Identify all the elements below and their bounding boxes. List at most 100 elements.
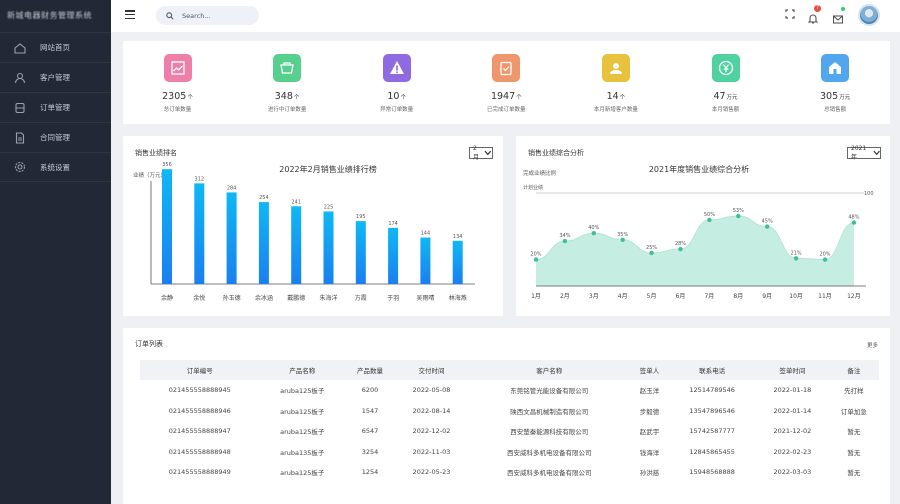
messages-button[interactable] — [832, 7, 845, 24]
data-point — [678, 246, 683, 252]
stat-card[interactable]: 14个 本月新增客户数量 — [561, 41, 670, 113]
point-value-label: 25% — [646, 245, 657, 251]
stat-value: 10 — [387, 91, 400, 102]
stat-card[interactable]: 47万元 本月销售额 — [671, 41, 780, 113]
table-cell: 暂无 — [847, 428, 861, 437]
stat-label: 本月新增客户数量 — [593, 107, 638, 113]
stat-value: 1947 — [490, 91, 516, 102]
document-icon — [0, 131, 40, 144]
app-logo: 新城电器财务管理系统 — [7, 11, 92, 20]
table-cell: 2022-08-14 — [412, 406, 451, 415]
table-row[interactable]: 021455558888947 aruba125板子 6547 2022-12-02 西… — [140, 421, 879, 442]
stat-card[interactable]: 348个 进行中订单数量 — [233, 41, 342, 113]
table-cell: 6547 — [361, 427, 379, 436]
chart-title: 2021年度销售业绩综合分析 — [649, 164, 749, 174]
bar — [258, 202, 269, 284]
topbar: Search... 7 — [111, 0, 900, 32]
search-placeholder: Search... — [182, 11, 211, 20]
x-tick-label: 于羽 — [387, 295, 399, 302]
y-axis-label: 业绩（万元） — [133, 171, 166, 179]
column-header: 交付时间 — [395, 360, 468, 380]
more-link[interactable]: 更多 — [867, 341, 878, 349]
column-header: 联系电话 — [668, 360, 756, 380]
x-tick-label: 林海燕 — [449, 294, 467, 302]
data-point — [591, 230, 596, 236]
x-tick-label: 3月 — [589, 293, 599, 300]
menu-toggle-icon[interactable] — [125, 10, 135, 20]
notification-badge: 7 — [814, 5, 821, 12]
x-tick-label: 朱海洋 — [319, 294, 337, 302]
x-tick-label: 4月 — [618, 293, 628, 300]
table-cell: aruba125板子 — [280, 469, 325, 478]
bar-value-label: 134 — [453, 234, 463, 240]
column-header: 订单编号 — [140, 360, 260, 380]
table-row[interactable]: 021455558888945 aruba125板子 6200 2022-05-08 东… — [140, 380, 879, 401]
table-cell: 3254 — [361, 447, 379, 456]
bar — [162, 169, 172, 284]
table-cell: 13547896546 — [689, 406, 735, 415]
stat-card[interactable]: 305万元 总销售额 — [781, 41, 890, 113]
online-dot — [841, 7, 845, 11]
table-cell: 2021-12-02 — [773, 427, 812, 436]
fullscreen-icon[interactable] — [785, 9, 795, 19]
warning-icon — [382, 54, 411, 82]
x-tick-label: 12月 — [847, 293, 861, 300]
user-badge-icon — [601, 54, 630, 82]
notification-button[interactable]: 7 — [807, 5, 821, 24]
stat-unit: 个 — [400, 95, 406, 101]
chart-subtitle: 完成业绩比例 — [523, 169, 557, 177]
stat-card[interactable]: 2305个 总订单数量 — [123, 41, 232, 113]
gear-icon — [0, 161, 40, 173]
x-tick-label: 方霞 — [355, 294, 367, 302]
search-input[interactable]: Search... — [156, 6, 259, 25]
table-cell: 孙洪慈 — [639, 469, 660, 478]
table-cell: 订单加急 — [840, 407, 867, 416]
stat-value: 305 — [820, 91, 839, 102]
stat-card[interactable]: 1947个已完成订单数量 — [452, 41, 561, 113]
table-row[interactable]: 021455558888946 aruba125板子 1547 2022-08-14 陕… — [140, 401, 879, 422]
stat-value: 14 — [606, 91, 619, 102]
data-point — [793, 256, 799, 261]
data-point — [533, 257, 539, 262]
sidebar-item-2[interactable]: 订单管理 — [0, 92, 111, 122]
stat-card[interactable]: 10个 异常订单数量 — [342, 41, 451, 113]
sidebar-item-3[interactable]: 合同管理 — [0, 122, 111, 152]
column-header: 产品名称 — [259, 360, 345, 380]
sidebar-item-1[interactable]: 客户管理 — [0, 62, 111, 92]
bar — [194, 183, 205, 284]
sidebar-item-label: 客户管理 — [40, 73, 70, 82]
table-cell: 钱海洋 — [639, 448, 660, 457]
bar-value-label: 144 — [421, 231, 431, 237]
bar-value-label: 241 — [291, 199, 301, 205]
table-cell: 021455558888945 — [168, 386, 231, 395]
stat-label: 总销售额 — [824, 107, 847, 113]
table-cell: 021455558888949 — [168, 468, 231, 477]
bar — [388, 227, 399, 284]
bar-value-label: 284 — [227, 185, 237, 191]
table-cell: 2022-03-03 — [773, 468, 812, 477]
sidebar-item-4[interactable]: 系统设置 — [0, 152, 111, 182]
table-cell: 15742587777 — [689, 427, 735, 436]
stat-label: 进行中订单数量 — [267, 107, 307, 113]
bar-value-label: 225 — [324, 204, 334, 210]
user-avatar[interactable] — [858, 4, 880, 26]
yuan-icon — [711, 54, 740, 82]
table-cell: 021455558888948 — [168, 447, 231, 456]
stat-label: 已完成订单数量 — [487, 107, 526, 113]
data-point — [649, 250, 654, 256]
user-icon — [0, 72, 40, 84]
stat-value-line: 1947个 — [452, 91, 561, 102]
point-value-label: 48% — [848, 215, 859, 221]
table-cell: 12845865455 — [689, 447, 735, 456]
table-row[interactable]: 021455558888949 aruba125板子 1254 2022-05-23 西… — [140, 462, 879, 483]
point-value-label: 53% — [733, 208, 744, 214]
sidebar-item-0[interactable]: 网站首页 — [0, 32, 111, 62]
table-row[interactable]: 021455558888948 aruba135板子 3254 2022-11-03 西… — [140, 442, 879, 463]
stat-label: 总订单数量 — [163, 107, 192, 113]
area-fill — [536, 216, 854, 286]
data-point — [851, 220, 857, 225]
order-table: 订单编号 产品名称 产品数量 交付时间 客户名称 签单人 联系电话 签单时间 备注 0214555… — [140, 360, 879, 483]
x-tick-label: 10月 — [789, 293, 803, 300]
bar-value-label: 174 — [388, 221, 398, 227]
bar — [323, 211, 334, 284]
